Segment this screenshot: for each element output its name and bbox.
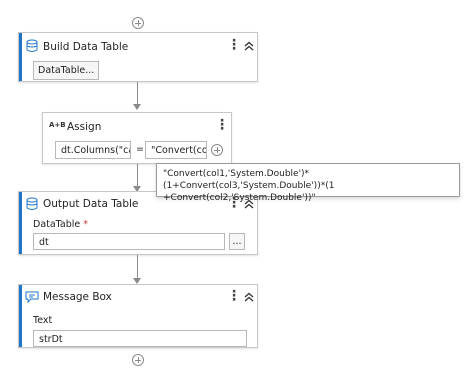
expression-editor-icon[interactable] xyxy=(211,144,223,156)
add-activity-icon[interactable] xyxy=(132,354,144,366)
kebab-menu-icon[interactable]: ⋮ xyxy=(227,37,241,53)
activity-title: Assign xyxy=(67,121,102,133)
card-accent-strip xyxy=(19,285,22,347)
kebab-menu-icon[interactable]: ⋮ xyxy=(227,288,241,304)
browse-button[interactable]: ... xyxy=(229,233,245,250)
required-mark: * xyxy=(83,219,89,230)
card-accent-strip xyxy=(19,192,22,254)
datatable-wizard-button[interactable]: DataTable... xyxy=(33,61,100,80)
kebab-menu-icon[interactable]: ⋮ xyxy=(215,117,229,133)
assign-operator: = xyxy=(136,144,144,155)
message-box-activity[interactable]: Message Box ⋮ Text strDt xyxy=(18,284,258,348)
collapse-icon[interactable] xyxy=(242,290,256,304)
connector-arrow xyxy=(133,104,141,110)
expression-tooltip: "Convert(col1,'System.Double')*(1+Conver… xyxy=(156,163,460,203)
datatable-input[interactable]: dt xyxy=(33,233,225,250)
activity-title: Output Data Table xyxy=(43,198,139,210)
card-accent-strip xyxy=(19,33,22,81)
build-data-table-activity[interactable]: Build Data Table ⋮ DataTable... xyxy=(18,32,258,82)
tooltip-line-1: "Convert(col1,'System.Double')*(1+Conver… xyxy=(163,169,335,191)
tooltip-line-2: +Convert(col2,'System.Double'))" xyxy=(163,193,316,203)
assign-activity[interactable]: A+B Assign ⋮ dt.Columns("calcu = "Conver… xyxy=(42,112,232,164)
datatable-label-text: DataTable xyxy=(33,219,81,230)
connector-line xyxy=(137,82,138,106)
text-input[interactable]: strDt xyxy=(33,330,247,347)
activity-title: Message Box xyxy=(43,291,112,303)
connector-line xyxy=(137,164,138,188)
text-field-label: Text xyxy=(33,315,53,326)
assign-icon: A+B xyxy=(49,121,66,129)
collapse-icon[interactable] xyxy=(242,39,256,53)
table-icon xyxy=(26,197,38,210)
datatable-field-label: DataTable * xyxy=(33,219,88,230)
assign-to-field[interactable]: dt.Columns("calcu xyxy=(55,141,131,159)
activity-title: Build Data Table xyxy=(43,41,129,53)
add-activity-icon[interactable] xyxy=(132,17,144,29)
table-icon xyxy=(26,39,38,52)
assign-value-field[interactable]: "Convert(col1,' xyxy=(145,141,207,159)
message-box-icon xyxy=(25,291,39,303)
